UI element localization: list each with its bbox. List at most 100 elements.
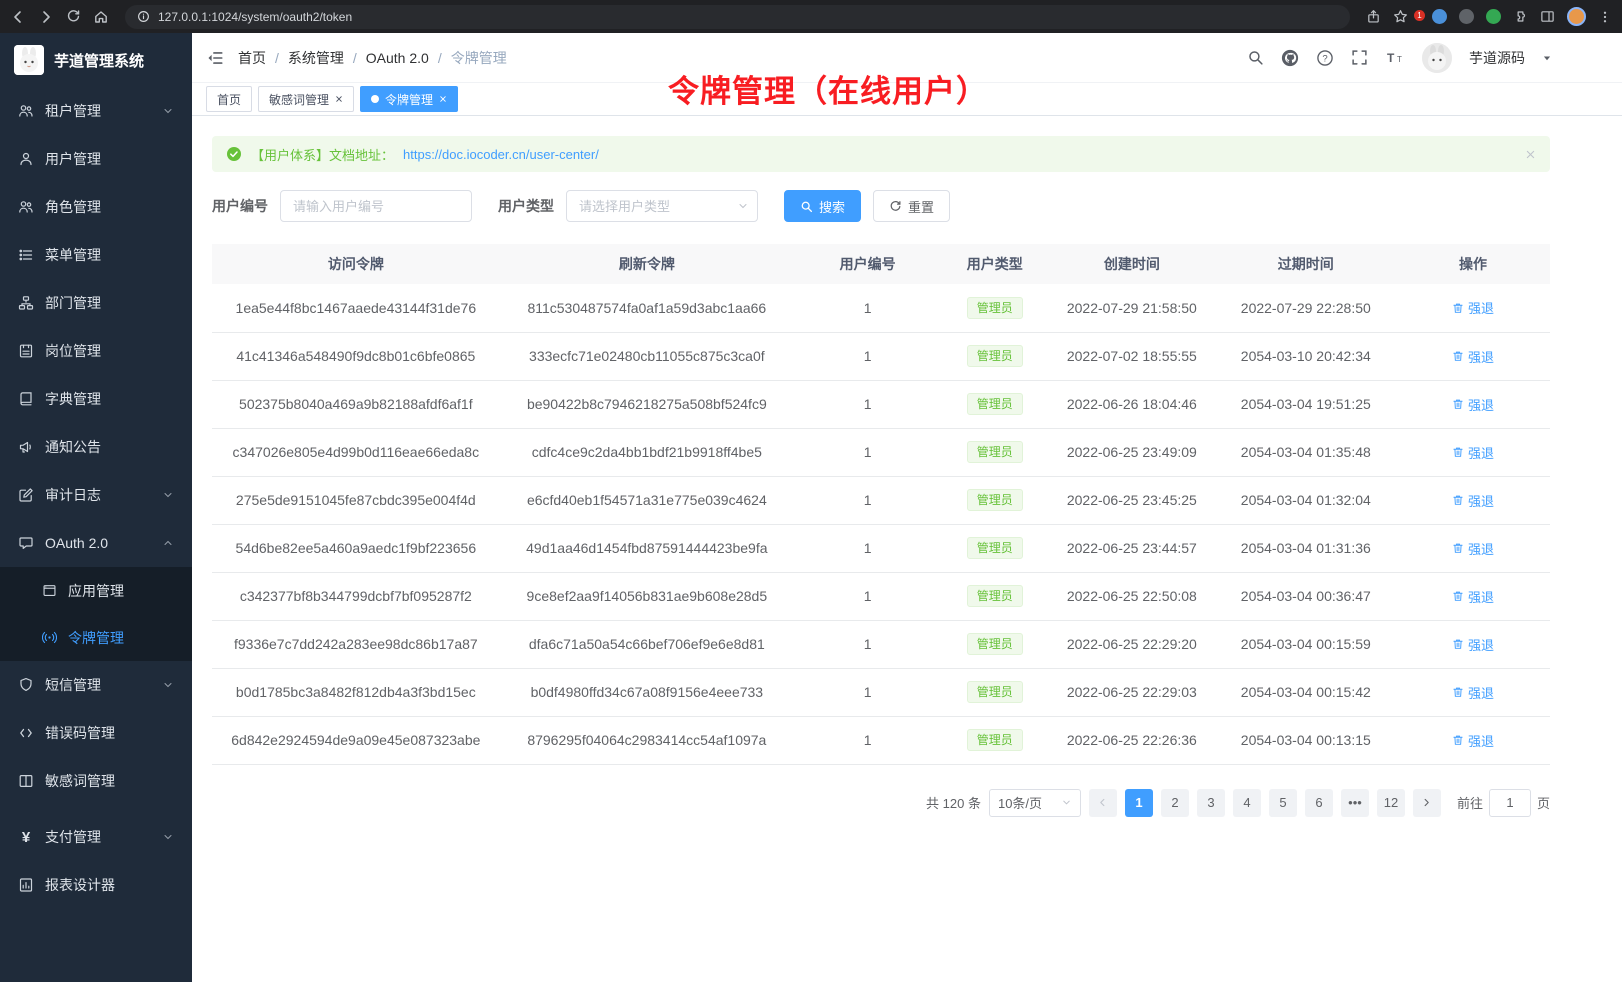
browser-profile-icon[interactable] bbox=[1567, 7, 1586, 26]
close-icon[interactable] bbox=[335, 95, 343, 103]
sidebar-item-sensitive-word[interactable]: 敏感词管理 bbox=[0, 757, 192, 805]
user-avatar[interactable] bbox=[1422, 43, 1452, 73]
user-id-cell: 1 bbox=[794, 524, 941, 572]
extension-green-icon[interactable] bbox=[1486, 9, 1501, 24]
sidebar-item-label: 敏感词管理 bbox=[45, 771, 115, 791]
page-button[interactable]: 12 bbox=[1377, 789, 1405, 817]
goto-page-input[interactable] bbox=[1489, 789, 1531, 817]
doc-alert: 【用户体系】文档地址： https://doc.iocoder.cn/user-… bbox=[212, 136, 1550, 172]
breadcrumb-oauth[interactable]: OAuth 2.0 bbox=[366, 50, 429, 66]
sidebar-item-post[interactable]: 岗位管理 bbox=[0, 327, 192, 375]
force-logout-button[interactable]: 强退 bbox=[1452, 491, 1494, 510]
tab-home[interactable]: 首页 bbox=[206, 86, 252, 112]
sidebar-item-oauth-token[interactable]: 令牌管理 bbox=[0, 614, 192, 661]
fullscreen-icon[interactable] bbox=[1351, 49, 1368, 66]
user-id-input[interactable] bbox=[280, 190, 472, 222]
share-icon[interactable] bbox=[1366, 9, 1381, 24]
github-icon[interactable] bbox=[1281, 49, 1299, 67]
force-logout-button[interactable]: 强退 bbox=[1452, 395, 1494, 414]
font-size-icon[interactable]: TT bbox=[1385, 49, 1405, 66]
search-icon[interactable] bbox=[1247, 49, 1264, 66]
sidebar-menu: 租户管理 用户管理 角色管理 菜单管理 部门管理 岗位管理 bbox=[0, 87, 192, 982]
doc-link[interactable]: https://doc.iocoder.cn/user-center/ bbox=[403, 147, 599, 162]
users-icon bbox=[18, 103, 34, 119]
force-logout-button[interactable]: 强退 bbox=[1452, 298, 1494, 317]
sidebar-item-menu[interactable]: 菜单管理 bbox=[0, 231, 192, 279]
access-token-cell: 54d6be82ee5a460a9aedc1f9bf223656 bbox=[212, 524, 500, 572]
user-id-label: 用户编号 bbox=[212, 196, 268, 216]
sidebar-item-label: 报表设计器 bbox=[45, 875, 115, 895]
access-token-cell: 502375b8040a469a9b82188afdf6af1f bbox=[212, 380, 500, 428]
user-type-select[interactable] bbox=[566, 190, 758, 222]
page-button[interactable]: 5 bbox=[1269, 789, 1297, 817]
sidebar-item-user[interactable]: 用户管理 bbox=[0, 135, 192, 183]
token-table: 访问令牌 刷新令牌 用户编号 用户类型 创建时间 过期时间 操作 1ea5e44… bbox=[212, 244, 1550, 765]
force-logout-button[interactable]: 强退 bbox=[1452, 539, 1494, 558]
info-icon[interactable] bbox=[137, 10, 150, 23]
reset-button[interactable]: 重置 bbox=[873, 190, 950, 222]
force-logout-button[interactable]: 强退 bbox=[1452, 683, 1494, 702]
prev-page-button[interactable] bbox=[1089, 789, 1117, 817]
user-id-cell: 1 bbox=[794, 476, 941, 524]
home-icon[interactable] bbox=[93, 9, 109, 25]
tab-sensitive-word[interactable]: 敏感词管理 bbox=[258, 86, 354, 112]
docs-help-icon[interactable]: ? bbox=[1316, 49, 1334, 67]
reload-icon[interactable] bbox=[66, 9, 81, 24]
extensions-puzzle-icon[interactable] bbox=[1513, 9, 1528, 24]
trash-icon bbox=[1452, 686, 1464, 698]
sidebar-item-audit-log[interactable]: 审计日志 bbox=[0, 471, 192, 519]
sidebar-item-sms[interactable]: 短信管理 bbox=[0, 661, 192, 709]
sidebar-item-role[interactable]: 角色管理 bbox=[0, 183, 192, 231]
close-icon[interactable] bbox=[439, 95, 447, 103]
force-logout-label: 强退 bbox=[1468, 298, 1494, 317]
sidebar-item-label: 通知公告 bbox=[45, 437, 101, 457]
collapse-sidebar-icon[interactable] bbox=[206, 49, 224, 67]
tab-token[interactable]: 令牌管理 bbox=[360, 86, 458, 112]
access-token-cell: 1ea5e44f8bc1467aaede43144f31de76 bbox=[212, 284, 500, 332]
sidebar-item-oauth[interactable]: OAuth 2.0 bbox=[0, 519, 192, 567]
sidebar-item-oauth-app[interactable]: 应用管理 bbox=[0, 567, 192, 614]
sidebar-item-tenant[interactable]: 租户管理 bbox=[0, 87, 192, 135]
alert-close-icon[interactable] bbox=[1525, 149, 1536, 160]
force-logout-button[interactable]: 强退 bbox=[1452, 731, 1494, 750]
sidebar-item-dept[interactable]: 部门管理 bbox=[0, 279, 192, 327]
sidebar-item-dict[interactable]: 字典管理 bbox=[0, 375, 192, 423]
page-button[interactable]: 3 bbox=[1197, 789, 1225, 817]
split-window-icon[interactable] bbox=[1540, 9, 1555, 24]
sidebar-item-report-designer[interactable]: 报表设计器 bbox=[0, 861, 192, 909]
top-navbar: 首页 / 系统管理 / OAuth 2.0 / 令牌管理 ? TT 芋道源码 bbox=[192, 33, 1622, 83]
username-label[interactable]: 芋道源码 bbox=[1469, 48, 1525, 68]
extension-dark-icon[interactable] bbox=[1459, 9, 1474, 24]
force-logout-button[interactable]: 强退 bbox=[1452, 587, 1494, 606]
page-button[interactable]: 1 bbox=[1125, 789, 1153, 817]
page-content: 【用户体系】文档地址： https://doc.iocoder.cn/user-… bbox=[192, 116, 1622, 982]
force-logout-button[interactable]: 强退 bbox=[1452, 443, 1494, 462]
forward-icon[interactable] bbox=[38, 9, 54, 25]
extension-blue-icon[interactable] bbox=[1432, 9, 1447, 24]
more-pages-button[interactable]: ••• bbox=[1341, 789, 1369, 817]
page-button[interactable]: 2 bbox=[1161, 789, 1189, 817]
back-icon[interactable] bbox=[10, 9, 26, 25]
sidebar-item-notice[interactable]: 通知公告 bbox=[0, 423, 192, 471]
list-icon bbox=[18, 247, 34, 263]
next-page-button[interactable] bbox=[1413, 789, 1441, 817]
page-button[interactable]: 4 bbox=[1233, 789, 1261, 817]
chevron-up-icon bbox=[162, 537, 174, 549]
force-logout-button[interactable]: 强退 bbox=[1452, 347, 1494, 366]
svg-text:T: T bbox=[1397, 55, 1402, 64]
app-logo[interactable]: 芋道管理系统 bbox=[0, 33, 192, 87]
bookmark-star-icon[interactable] bbox=[1393, 9, 1408, 24]
page-button[interactable]: 6 bbox=[1305, 789, 1333, 817]
browser-menu-icon[interactable] bbox=[1598, 10, 1612, 24]
breadcrumb-home[interactable]: 首页 bbox=[238, 48, 266, 68]
caret-down-icon[interactable] bbox=[1542, 53, 1552, 63]
page-size-select[interactable]: 10条/页 bbox=[989, 789, 1081, 817]
search-button[interactable]: 搜索 bbox=[784, 190, 861, 222]
sidebar-item-pay[interactable]: ¥ 支付管理 bbox=[0, 813, 192, 861]
breadcrumb-system[interactable]: 系统管理 bbox=[288, 48, 344, 68]
url-bar[interactable]: 127.0.0.1:1024/system/oauth2/token bbox=[125, 5, 1350, 29]
force-logout-button[interactable]: 强退 bbox=[1452, 635, 1494, 654]
sidebar-item-errorcode[interactable]: 错误码管理 bbox=[0, 709, 192, 757]
force-logout-label: 强退 bbox=[1468, 491, 1494, 510]
breadcrumb-separator: / bbox=[438, 50, 442, 66]
